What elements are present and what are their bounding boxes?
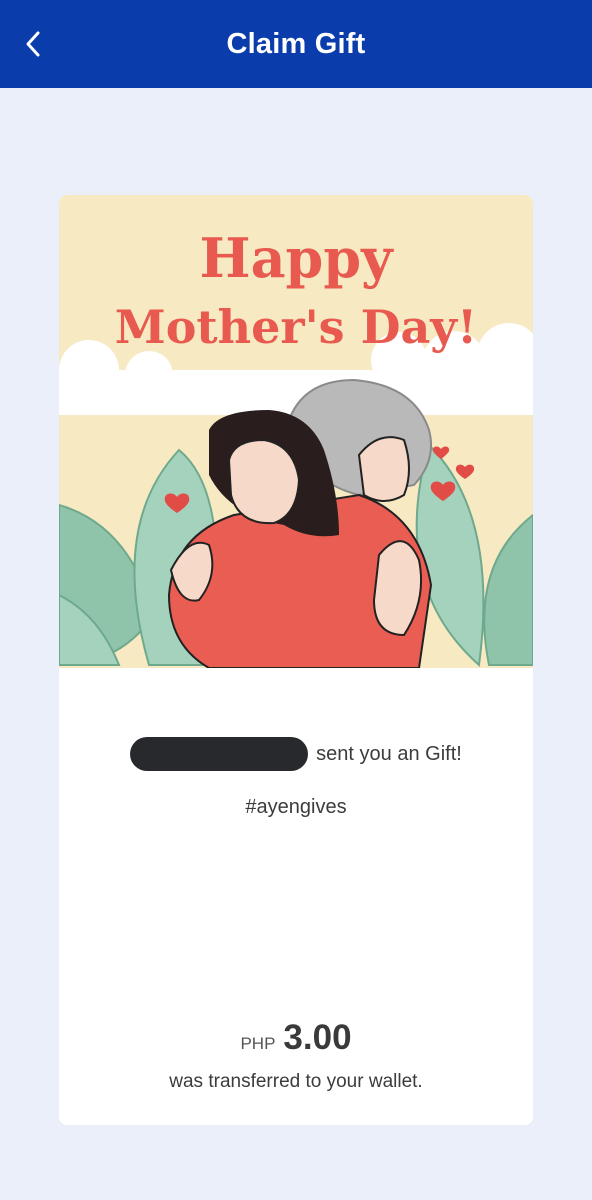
back-button[interactable]	[12, 22, 56, 66]
currency-label: PHP	[240, 1034, 276, 1053]
redacted-sender-name	[130, 737, 309, 771]
page-title: Claim Gift	[226, 27, 366, 60]
sender-row: sent you an Gift!	[0, 737, 592, 771]
transfer-note: was transferred to your wallet.	[169, 1071, 423, 1092]
greeting-line-1: Happy	[200, 226, 395, 290]
gift-card: Happy Mother's Day!	[59, 195, 533, 1125]
app-header: Claim Gift	[0, 0, 592, 88]
greeting-line-2: Mother's Day!	[115, 300, 477, 354]
mothers-day-illustration: Happy Mother's Day!	[59, 195, 533, 668]
gift-hashtag: #ayengives	[245, 796, 347, 818]
gift-amount: 3.00	[283, 1018, 352, 1057]
amount-row: PHP 3.00	[0, 1018, 592, 1058]
chevron-left-icon	[26, 31, 40, 57]
sent-gift-text: sent you an Gift!	[316, 742, 462, 765]
